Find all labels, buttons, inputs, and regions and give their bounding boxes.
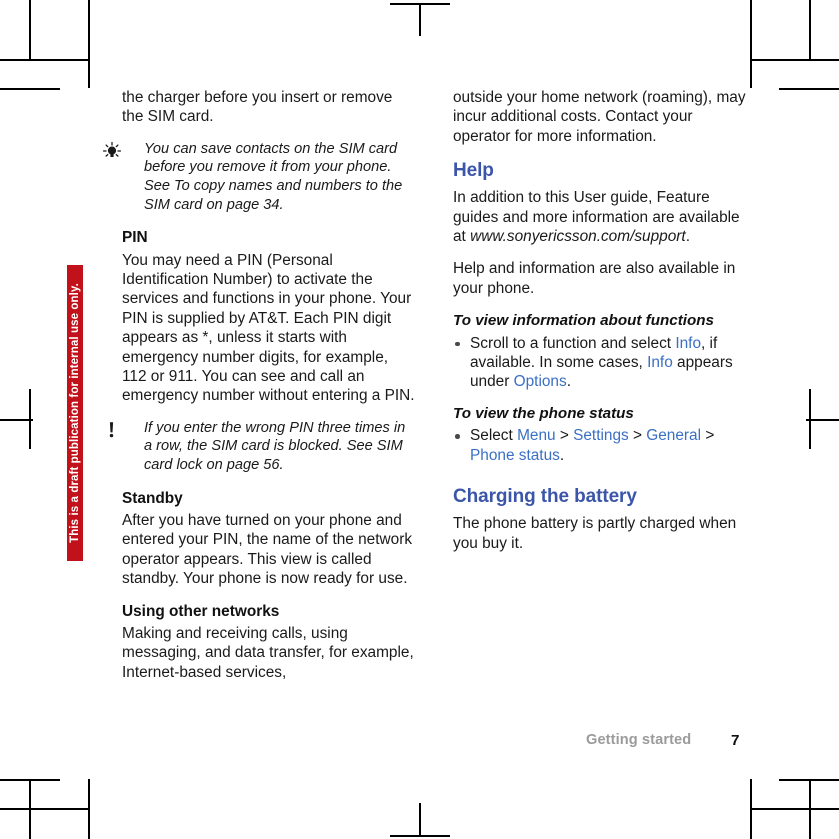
bullet-dot-icon — [455, 434, 460, 439]
right-column: outside your home network (roaming), may… — [453, 88, 747, 566]
step-text-part-4: . — [566, 373, 571, 391]
procedure-step-phone-status: Select Menu > Settings > General > Phone… — [470, 427, 714, 463]
continued-paragraph-left: the charger before you insert or remove … — [122, 89, 393, 126]
menu-link-info-2[interactable]: Info — [647, 354, 673, 371]
tip-callout-text: You can save contacts on the SIM card be… — [144, 140, 403, 213]
document-page: This is a draft publication for internal… — [0, 0, 839, 839]
continued-paragraph-right: outside your home network (roaming), may… — [453, 89, 746, 145]
tip-callout: You can save contacts on the SIM card be… — [102, 140, 416, 214]
warning-callout-text: If you enter the wrong PIN three times i… — [144, 419, 406, 474]
footer-page-number: 7 — [731, 732, 740, 749]
step-separator-3: > — [701, 427, 715, 445]
step-separator-2: > — [628, 427, 647, 445]
support-url[interactable]: www.sonyericsson.com/support — [470, 228, 686, 245]
using-other-networks-paragraph: Making and receiving calls, using messag… — [122, 625, 414, 681]
list-item: Select Menu > Settings > General > Phone… — [453, 426, 747, 465]
page-body: the charger before you insert or remove … — [0, 0, 839, 839]
using-other-networks-heading: Using other networks — [122, 602, 280, 620]
procedure-heading-view-info: To view information about functions — [453, 312, 714, 330]
lightbulb-tip-icon — [102, 141, 122, 161]
help-paragraph-1-tail: . — [685, 228, 690, 246]
menu-link-general[interactable]: General — [646, 427, 701, 444]
menu-link-options[interactable]: Options — [514, 373, 567, 390]
step-text-end: . — [559, 446, 565, 464]
standby-heading: Standby — [122, 489, 183, 507]
help-section-heading: Help — [453, 160, 494, 182]
left-column: the charger before you insert or remove … — [102, 88, 416, 695]
footer-section-name: Getting started — [586, 732, 692, 748]
procedure-heading-phone-status: To view the phone status — [453, 404, 634, 422]
menu-link-info-1[interactable]: Info — [675, 335, 701, 352]
procedure-step-view-info: Scroll to a function and select Info, if… — [470, 335, 733, 391]
exclamation-note-icon — [102, 420, 122, 440]
pin-paragraph: You may need a PIN (Personal Identificat… — [122, 251, 415, 405]
page-footer: Getting started 7 — [453, 732, 747, 754]
step-separator-1: > — [555, 427, 574, 445]
menu-link-settings[interactable]: Settings — [573, 427, 629, 444]
charging-section-heading: Charging the battery — [453, 486, 637, 508]
charging-paragraph: The phone battery is partly charged when… — [453, 515, 737, 552]
list-item: Scroll to a function and select Info, if… — [453, 334, 747, 392]
help-paragraph-1: In addition to this User guide, Feature … — [453, 188, 747, 246]
menu-link-phone-status[interactable]: Phone status — [470, 447, 560, 464]
step-text-part-1: Scroll to a function and select — [470, 334, 676, 352]
warning-callout: If you enter the wrong PIN three times i… — [109, 419, 416, 475]
bullet-dot-icon — [455, 341, 460, 347]
standby-paragraph: After you have turned on your phone and … — [122, 512, 413, 588]
help-paragraph-2: Help and information are also available … — [453, 260, 736, 297]
step-text-select: Select — [470, 427, 518, 445]
pin-heading: PIN — [122, 229, 148, 247]
menu-link-menu[interactable]: Menu — [517, 427, 556, 444]
